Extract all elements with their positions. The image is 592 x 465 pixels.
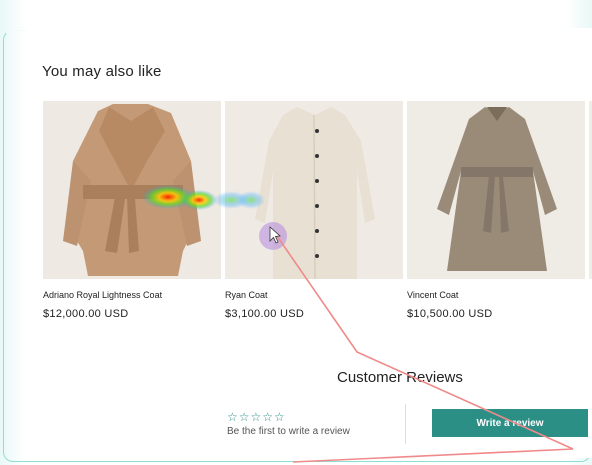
product-card[interactable]: Adriano Royal Lightness Coat $12,000.00 … [43,101,221,320]
section-title: You may also like [42,63,162,80]
product-price: $10,500.00 USD [407,308,493,320]
product-image[interactable] [43,101,221,279]
product-name[interactable]: Vincent Coat [407,290,585,300]
product-price: $3,100.00 USD [225,308,305,320]
coat-image-cream [225,101,403,279]
product-name[interactable]: Adriano Royal Lightness Coat [43,290,221,300]
product-image[interactable] [407,101,585,279]
product-card[interactable]: Ryan Coat $3,100.00 USD [225,101,403,320]
write-review-button[interactable]: Write a review [432,409,588,437]
reviews-title: Customer Reviews [337,369,463,386]
star-rating: ☆☆☆☆☆ [227,410,286,424]
product-image[interactable] [225,101,403,279]
reviews-empty-text: Be the first to write a review [227,426,350,437]
product-card[interactable]: Vincent Coat $10,500.00 USD [407,101,585,320]
coat-image-camel [43,101,221,279]
coat-image-taupe [407,101,585,279]
divider [405,404,406,444]
product-price: $12,000.00 USD [43,308,129,320]
product-name[interactable]: Ryan Coat [225,290,403,300]
